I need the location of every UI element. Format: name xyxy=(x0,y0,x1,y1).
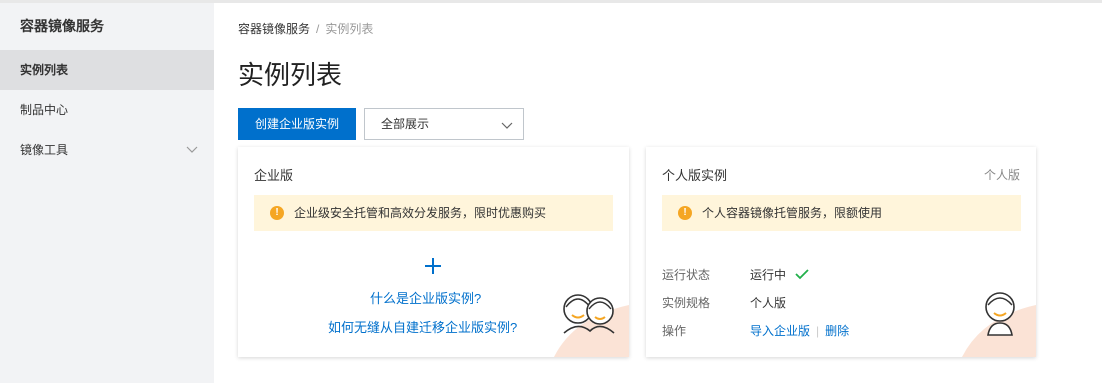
divider: | xyxy=(816,324,820,338)
breadcrumb-root[interactable]: 容器镜像服务 xyxy=(238,22,310,36)
notice-banner: ! 个人容器镜像托管服务，限额使用 xyxy=(662,195,1021,231)
spec-value: 个人版 xyxy=(750,296,787,310)
chevron-down-icon xyxy=(501,122,513,129)
import-enterprise-link[interactable]: 导入企业版 xyxy=(750,324,810,338)
create-enterprise-instance-button[interactable]: 创建企业版实例 xyxy=(238,108,356,140)
sidebar-item-label: 实例列表 xyxy=(20,63,69,77)
chevron-down-icon xyxy=(186,146,198,153)
spec-row: 实例规格 个人版 xyxy=(662,294,786,311)
display-filter-value: 全部展示 xyxy=(381,117,430,131)
breadcrumb-current: 实例列表 xyxy=(325,22,374,36)
delete-link[interactable]: 删除 xyxy=(825,324,849,338)
sidebar-item-artifacts[interactable]: 制品中心 xyxy=(0,90,214,130)
notice-banner: ! 企业级安全托管和高效分发服务，限时优惠购买 xyxy=(254,195,613,231)
sidebar: 容器镜像服务 实例列表 制品中心 镜像工具 xyxy=(0,3,214,383)
warning-icon: ! xyxy=(678,206,692,220)
card-title: 个人版实例 xyxy=(662,168,728,183)
enterprise-card: 企业版 ! 企业级安全托管和高效分发服务，限时优惠购买 什么是企业版实例? 如何… xyxy=(238,147,629,357)
add-icon[interactable] xyxy=(422,255,444,277)
page-title: 实例列表 xyxy=(238,60,343,90)
what-is-enterprise-link[interactable]: 什么是企业版实例? xyxy=(370,288,481,307)
warning-icon: ! xyxy=(270,206,284,220)
sidebar-item-image-tools[interactable]: 镜像工具 xyxy=(0,130,214,170)
notice-text: 企业级安全托管和高效分发服务，限时优惠购买 xyxy=(294,206,547,220)
operations-row: 操作 导入企业版 | 删除 xyxy=(662,322,849,339)
notice-text: 个人容器镜像托管服务，限额使用 xyxy=(702,206,883,220)
breadcrumb-separator: / xyxy=(316,22,320,36)
migrate-enterprise-link[interactable]: 如何无缝从自建迁移企业版实例? xyxy=(328,317,517,336)
sidebar-item-label: 制品中心 xyxy=(20,103,69,117)
people-illustration xyxy=(554,294,629,357)
status-value: 运行中 xyxy=(750,268,787,282)
card-title: 企业版 xyxy=(254,168,294,183)
sidebar-item-instances[interactable]: 实例列表 xyxy=(0,50,214,90)
personal-card: 个人版实例 个人版 ! 个人容器镜像托管服务，限额使用 运行状态 运行中 实例规格… xyxy=(646,147,1036,357)
edition-tag: 个人版 xyxy=(983,168,1020,182)
status-label: 运行状态 xyxy=(662,268,711,282)
breadcrumb: 容器镜像服务 / 实例列表 xyxy=(238,20,373,37)
check-icon xyxy=(795,269,809,280)
person-illustration xyxy=(962,292,1036,357)
sidebar-title: 容器镜像服务 xyxy=(20,18,104,34)
display-filter-select[interactable]: 全部展示 xyxy=(364,108,524,140)
operations-label: 操作 xyxy=(662,324,687,338)
sidebar-item-label: 镜像工具 xyxy=(20,143,69,157)
status-row: 运行状态 运行中 xyxy=(662,266,809,283)
spec-label: 实例规格 xyxy=(662,296,711,310)
